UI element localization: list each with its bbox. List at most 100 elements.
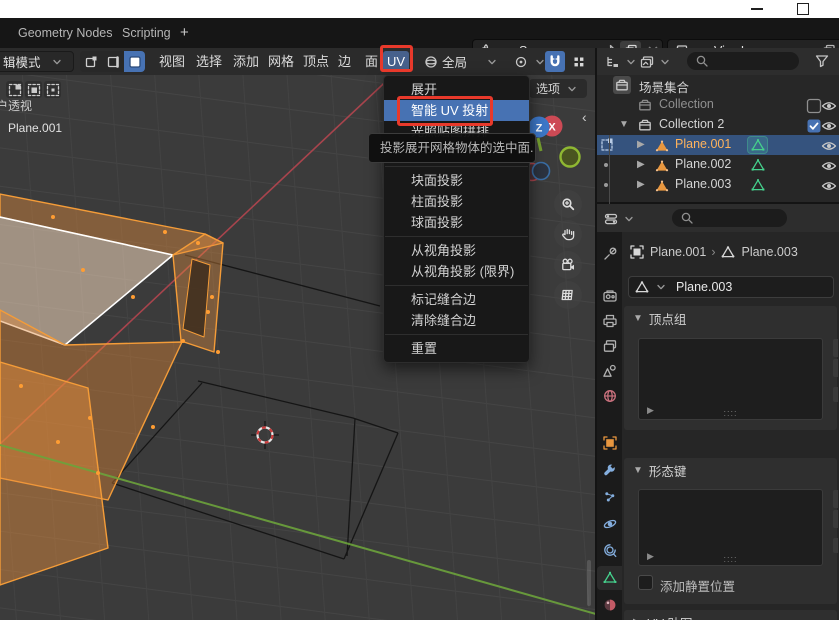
visibility-eye-icon[interactable]: [821, 118, 837, 134]
maximize-button[interactable]: [786, 0, 820, 18]
breadcrumb-object[interactable]: Plane.001: [650, 245, 706, 259]
properties-tab-modifiers[interactable]: [597, 458, 622, 482]
pan-button[interactable]: [554, 220, 582, 248]
properties-tab-view-layer[interactable]: [597, 334, 622, 358]
visibility-eye-icon[interactable]: [821, 138, 837, 154]
add-workspace-button[interactable]: +: [180, 18, 189, 48]
resize-grip[interactable]: ::::: [723, 554, 737, 564]
outliner-item-label[interactable]: 场景集合: [639, 77, 689, 96]
collection-checkbox[interactable]: [806, 98, 822, 114]
outliner-filter-button[interactable]: [814, 53, 830, 69]
workspace-tab-scripting[interactable]: Scripting: [122, 18, 171, 48]
camera-view-button[interactable]: [554, 251, 582, 279]
minimize-button[interactable]: [740, 0, 774, 18]
outliner-row[interactable]: ▼ Collection 2: [597, 115, 839, 135]
outliner-item-label[interactable]: Plane.002: [675, 157, 731, 171]
face-select-button[interactable]: [124, 51, 145, 72]
resize-grip[interactable]: ::::: [723, 408, 737, 418]
expander-icon[interactable]: ▼: [619, 119, 629, 130]
menu-6[interactable]: 面: [361, 51, 382, 72]
uv-menu-item[interactable]: 清除缝合边: [384, 310, 529, 331]
mesh-data-icon[interactable]: [747, 176, 768, 194]
properties-tab-world[interactable]: [597, 384, 622, 408]
pivot-point-dropdown[interactable]: [513, 51, 548, 72]
panel-header-vertex-groups[interactable]: ▼ 顶点组: [624, 306, 837, 330]
menu-0[interactable]: 视图: [155, 51, 189, 72]
outliner-row[interactable]: ▶ Plane.002: [597, 155, 839, 175]
sidebar-collapse-arrow[interactable]: ‹: [582, 109, 587, 125]
panel-header-uv-maps[interactable]: ▶ UV 贴图: [624, 610, 837, 620]
panel-header-shape-keys[interactable]: ▼ 形态键: [624, 458, 837, 482]
expand-icon[interactable]: ▶: [647, 551, 654, 562]
properties-tab-particles[interactable]: [597, 485, 622, 509]
uv-menu-item[interactable]: 标记缝合边: [384, 289, 529, 310]
outliner-item-label[interactable]: Collection 2: [659, 117, 724, 131]
menu-5[interactable]: 边: [334, 51, 355, 72]
properties-search-input[interactable]: [672, 209, 787, 227]
outliner-filter-type-dropdown[interactable]: [639, 54, 673, 70]
expand-icon[interactable]: ▶: [647, 405, 654, 416]
expander-icon[interactable]: ▶: [637, 139, 645, 150]
select-extend-button[interactable]: [25, 81, 42, 98]
vertex-group-specials-button[interactable]: [833, 387, 838, 402]
visibility-eye-icon[interactable]: [821, 98, 837, 114]
mesh-data-icon[interactable]: [747, 136, 768, 154]
uv-menu-item[interactable]: 柱面投影: [384, 191, 529, 212]
menu-3[interactable]: 网格: [264, 51, 298, 72]
menu-4[interactable]: 顶点: [299, 51, 333, 72]
breadcrumb-data[interactable]: Plane.003: [741, 245, 797, 259]
outliner-row[interactable]: 场景集合: [597, 75, 839, 95]
snap-toggle-button[interactable]: [545, 51, 565, 72]
gizmo-toggle-button[interactable]: [569, 51, 589, 72]
outliner-display-mode-dropdown[interactable]: [605, 54, 639, 70]
visibility-eye-icon[interactable]: [821, 178, 837, 194]
add-vertex-group-button[interactable]: [833, 339, 838, 357]
properties-tab-object[interactable]: [597, 431, 622, 455]
mesh-name-field[interactable]: Plane.003: [628, 276, 834, 298]
zoom-button[interactable]: [554, 190, 582, 218]
outliner-row[interactable]: Collection: [597, 95, 839, 115]
options-dropdown[interactable]: 选项: [529, 79, 587, 98]
properties-tab-data[interactable]: [597, 566, 622, 590]
add-rest-position-checkbox[interactable]: [638, 575, 653, 590]
remove-shape-key-button[interactable]: [833, 510, 838, 528]
expander-icon[interactable]: ▶: [637, 179, 645, 190]
uv-menu-item[interactable]: 从视角投影 (限界): [384, 261, 529, 282]
outliner-item-label[interactable]: Plane.001: [675, 137, 731, 151]
edge-select-button[interactable]: [102, 51, 123, 72]
uv-menu-item[interactable]: 重置: [384, 338, 529, 359]
add-shape-key-button[interactable]: [833, 490, 838, 508]
transform-orientation-dropdown[interactable]: 全局: [423, 51, 500, 72]
mesh-data-icon[interactable]: [747, 156, 768, 174]
expander-icon[interactable]: ▶: [637, 159, 645, 170]
properties-tab-constraints[interactable]: [597, 539, 622, 563]
menu-1[interactable]: 选择: [192, 51, 226, 72]
vertex-groups-list[interactable]: ▶ ::::: [638, 338, 823, 420]
remove-vertex-group-button[interactable]: [833, 359, 838, 377]
properties-tab-scene[interactable]: [597, 359, 622, 383]
orthographic-toggle-button[interactable]: [554, 281, 582, 309]
visibility-eye-icon[interactable]: [821, 158, 837, 174]
outliner-row[interactable]: ▶ Plane.003: [597, 175, 839, 195]
shape-key-specials-button[interactable]: [833, 538, 838, 553]
outliner-search-input[interactable]: [687, 52, 799, 70]
properties-tab-render[interactable]: [597, 284, 622, 308]
properties-tab-output[interactable]: [597, 309, 622, 333]
select-subtract-button[interactable]: [44, 81, 61, 98]
uv-menu-item[interactable]: 块面投影: [384, 170, 529, 191]
mode-dropdown[interactable]: 辑模式: [0, 51, 74, 72]
outliner-item-label[interactable]: Plane.003: [675, 177, 731, 191]
workspace-tab-geometry-nodes[interactable]: Geometry Nodes: [18, 18, 112, 48]
outliner-row[interactable]: ▶ Plane.001: [597, 135, 839, 155]
properties-editor-type-dropdown[interactable]: [603, 211, 637, 227]
viewport-scrollbar[interactable]: [587, 560, 591, 606]
select-set-button[interactable]: [6, 81, 23, 98]
vertex-select-button[interactable]: [80, 51, 101, 72]
properties-tab-material[interactable]: [597, 593, 622, 617]
properties-tab-tool[interactable]: [597, 242, 622, 266]
menu-2[interactable]: 添加: [229, 51, 263, 72]
shape-keys-list[interactable]: ▶ ::::: [638, 489, 823, 566]
outliner-item-label[interactable]: Collection: [659, 97, 714, 111]
properties-tab-physics[interactable]: [597, 512, 622, 536]
uv-menu-item[interactable]: 球面投影: [384, 212, 529, 233]
